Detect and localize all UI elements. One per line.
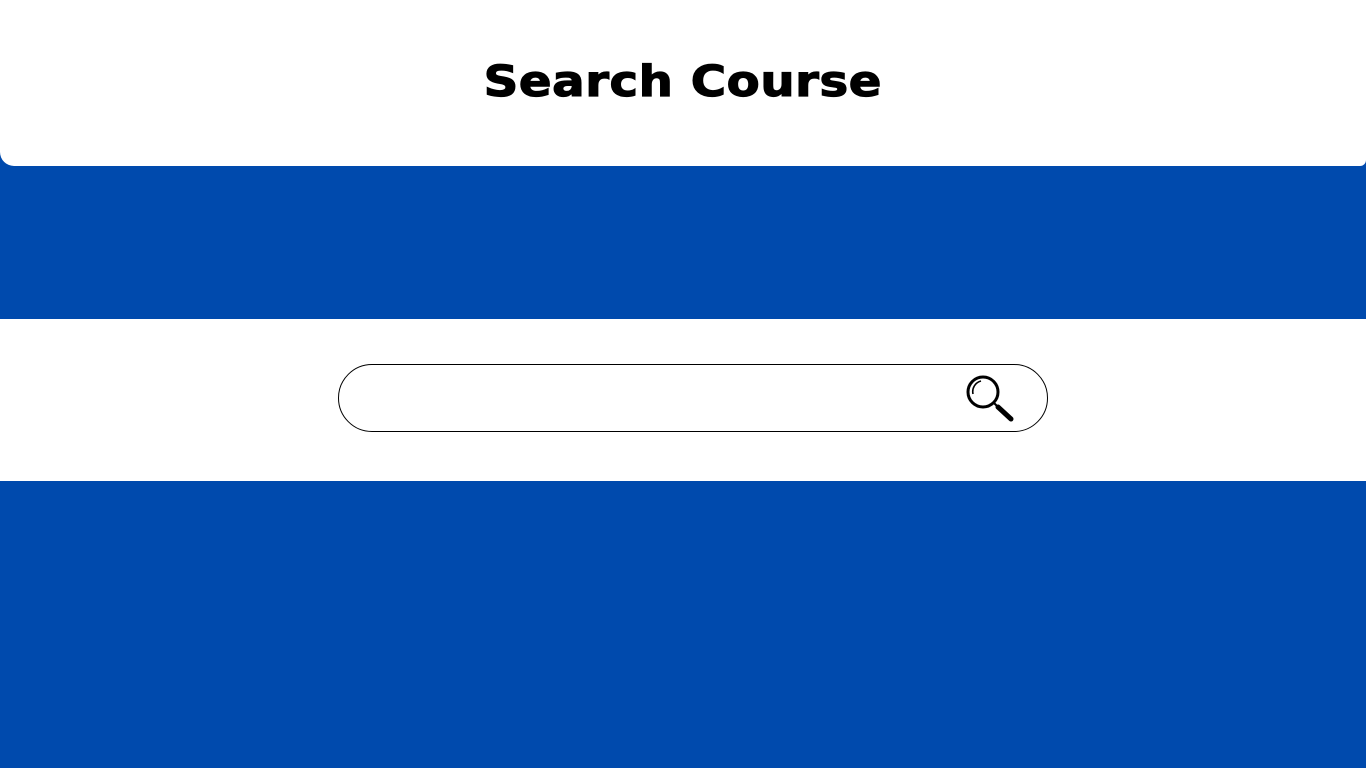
- search-icon: [966, 375, 1014, 422]
- page-title: Search Course: [483, 56, 883, 107]
- page: Search Course: [0, 0, 1366, 768]
- search-input[interactable]: [363, 375, 957, 423]
- header: Search Course: [0, 0, 1366, 166]
- top-blue-band: [0, 166, 1366, 319]
- search-bar: [338, 364, 1048, 432]
- bottom-blue-band: [0, 481, 1366, 768]
- search-button[interactable]: [959, 371, 1021, 427]
- search-section: [0, 319, 1366, 481]
